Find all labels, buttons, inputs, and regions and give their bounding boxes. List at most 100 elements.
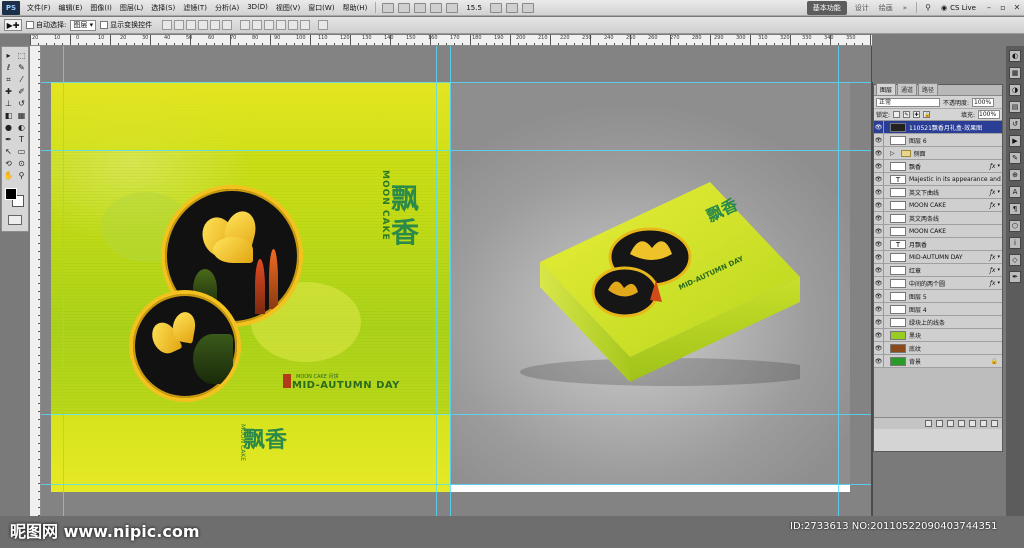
align-right-icon[interactable]	[222, 20, 233, 30]
guide-line[interactable]	[41, 82, 871, 83]
distribute-bottom-icon[interactable]	[264, 20, 275, 30]
distribute-vcenter-icon[interactable]	[252, 20, 263, 30]
eye-icon[interactable]: 👁	[874, 186, 884, 198]
move-tool-icon[interactable]: ▸	[4, 51, 14, 61]
eye-icon[interactable]: 👁	[874, 238, 884, 250]
layer-row[interactable]: 👁 绿块上的线条	[874, 316, 1002, 329]
hand-icon[interactable]: ✋	[4, 171, 14, 181]
3d-panel-icon[interactable]: ⬡	[1009, 220, 1021, 232]
show-transform-checkbox[interactable]: 显示变换控件	[100, 20, 152, 30]
quick-select-tool-icon[interactable]: ✎	[17, 63, 27, 73]
auto-align-icon[interactable]	[318, 20, 329, 30]
eye-icon[interactable]: 👁	[874, 316, 884, 328]
move-tool-preset-icon[interactable]: ▶✚	[4, 19, 22, 31]
expand-effects-icon[interactable]: ▾	[997, 267, 1002, 273]
layer-mask-icon[interactable]	[947, 420, 954, 427]
delete-layer-icon[interactable]	[991, 420, 998, 427]
foreground-color[interactable]	[5, 188, 17, 200]
eyedropper-tool-icon[interactable]: ⁄	[17, 75, 27, 85]
color-swatches[interactable]	[2, 186, 28, 212]
layer-row[interactable]: 👁 图层 4	[874, 303, 1002, 316]
auto-select-dropdown[interactable]: 图层 ▾	[70, 19, 97, 31]
quick-mask-icon[interactable]	[8, 215, 22, 225]
layer-row[interactable]: 👁 红章 ƒx ▾	[874, 264, 1002, 277]
pen-tool-icon[interactable]: ✒	[4, 135, 14, 145]
eye-icon[interactable]: 👁	[874, 251, 884, 263]
eye-icon[interactable]: 👁	[874, 212, 884, 224]
eye-icon[interactable]: 👁	[874, 199, 884, 211]
character-panel-icon[interactable]: A	[1009, 186, 1021, 198]
color-panel-icon[interactable]: ◐	[1009, 50, 1021, 62]
history-brush-icon[interactable]: ↺	[17, 99, 27, 109]
mini-bridge-icon[interactable]	[398, 2, 411, 13]
brush-tool-icon[interactable]: ✐	[17, 87, 27, 97]
align-bottom-icon[interactable]	[186, 20, 197, 30]
layer-effects-icon[interactable]: ƒx	[990, 189, 998, 196]
workspace-painting[interactable]: 绘画	[874, 3, 898, 13]
workspace-more-icon[interactable]: »	[898, 4, 912, 12]
guide-line[interactable]	[41, 150, 871, 151]
swatches-panel-icon[interactable]: ▦	[1009, 67, 1021, 79]
distribute-right-icon[interactable]	[300, 20, 311, 30]
layer-row[interactable]: 👁 底纹	[874, 342, 1002, 355]
eye-icon[interactable]: 👁	[874, 329, 884, 341]
minimize-icon[interactable]: –	[983, 3, 995, 13]
zoom-tool-icon[interactable]	[505, 2, 518, 13]
eye-icon[interactable]: 👁	[874, 264, 884, 276]
clone-source-icon[interactable]: ⊕	[1009, 169, 1021, 181]
info-panel-icon[interactable]: i	[1009, 237, 1021, 249]
expand-effects-icon[interactable]: ▾	[997, 280, 1002, 286]
layer-effects-icon[interactable]: ƒx	[990, 202, 998, 209]
layer-row[interactable]: 👁 英文两条线	[874, 212, 1002, 225]
adjustment-layer-icon[interactable]	[958, 420, 965, 427]
menu-item[interactable]: 分析(A)	[211, 3, 243, 13]
layer-row[interactable]: 👁 背景 🔒	[874, 355, 1002, 368]
layer-row[interactable]: 👁 ▷ 侧面	[874, 147, 1002, 160]
eye-icon[interactable]: 👁	[874, 303, 884, 315]
layer-row[interactable]: 👁 黑块	[874, 329, 1002, 342]
layer-effects-icon[interactable]: ƒx	[990, 163, 998, 170]
lock-pixels-icon[interactable]: ✎	[903, 111, 911, 118]
rotate-view-icon[interactable]	[521, 2, 534, 13]
cs-live-button[interactable]: ◉ CS Live	[935, 4, 982, 12]
layer-row[interactable]: 👁 飘香 ƒx ▾	[874, 160, 1002, 173]
paths-panel-icon[interactable]: ✒	[1009, 271, 1021, 283]
search-icon[interactable]: ⚲	[922, 3, 934, 13]
dodge-tool-icon[interactable]: ◐	[17, 123, 27, 133]
clone-stamp-icon[interactable]: ⊥	[4, 99, 14, 109]
blend-mode-dropdown[interactable]: 正常	[876, 97, 940, 107]
expand-effects-icon[interactable]: ▾	[997, 163, 1002, 169]
menu-item[interactable]: 选择(S)	[147, 3, 179, 13]
layer-row[interactable]: 👁 中间的两个圆 ƒx ▾	[874, 277, 1002, 290]
menu-item[interactable]: 图像(I)	[86, 3, 116, 13]
distribute-top-icon[interactable]	[240, 20, 251, 30]
layer-row[interactable]: 👁 110521飘香月礼盒-效果图	[874, 121, 1002, 134]
eye-icon[interactable]: 👁	[874, 225, 884, 237]
paragraph-panel-icon[interactable]: ¶	[1009, 203, 1021, 215]
workspace-essentials-button[interactable]: 基本功能	[806, 0, 847, 15]
layer-row[interactable]: 👁 英文下曲线 ƒx ▾	[874, 186, 1002, 199]
layer-effects-icon[interactable]: ƒx	[990, 280, 998, 287]
layer-row[interactable]: 👁 MID-AUTUMN DAY ƒx ▾	[874, 251, 1002, 264]
tab-layers[interactable]: 图层	[876, 83, 897, 95]
menu-item[interactable]: 图层(L)	[116, 3, 147, 13]
layer-row[interactable]: 👁 MOON CAKE	[874, 225, 1002, 238]
align-top-icon[interactable]	[162, 20, 173, 30]
blur-tool-icon[interactable]: ●	[4, 123, 14, 133]
actions-panel-icon[interactable]: ▶	[1009, 135, 1021, 147]
guide-line[interactable]	[436, 46, 437, 516]
eye-icon[interactable]: 👁	[874, 160, 884, 172]
menu-item[interactable]: 3D(D)	[243, 3, 272, 13]
tab-channels[interactable]: 通道	[897, 83, 918, 95]
crop-tool-icon[interactable]: ⌗	[4, 75, 14, 85]
history-panel-icon[interactable]: ↺	[1009, 118, 1021, 130]
menu-item[interactable]: 编辑(E)	[55, 3, 87, 13]
layer-row[interactable]: 👁 图层 6	[874, 134, 1002, 147]
menu-item[interactable]: 滤镜(T)	[179, 3, 211, 13]
extras-icon[interactable]	[414, 2, 427, 13]
lock-position-icon[interactable]: ✚	[913, 111, 921, 118]
path-select-icon[interactable]: ↖	[4, 147, 14, 157]
eye-icon[interactable]: 👁	[874, 355, 884, 367]
eraser-tool-icon[interactable]: ◧	[4, 111, 14, 121]
tab-paths[interactable]: 路径	[918, 83, 939, 95]
